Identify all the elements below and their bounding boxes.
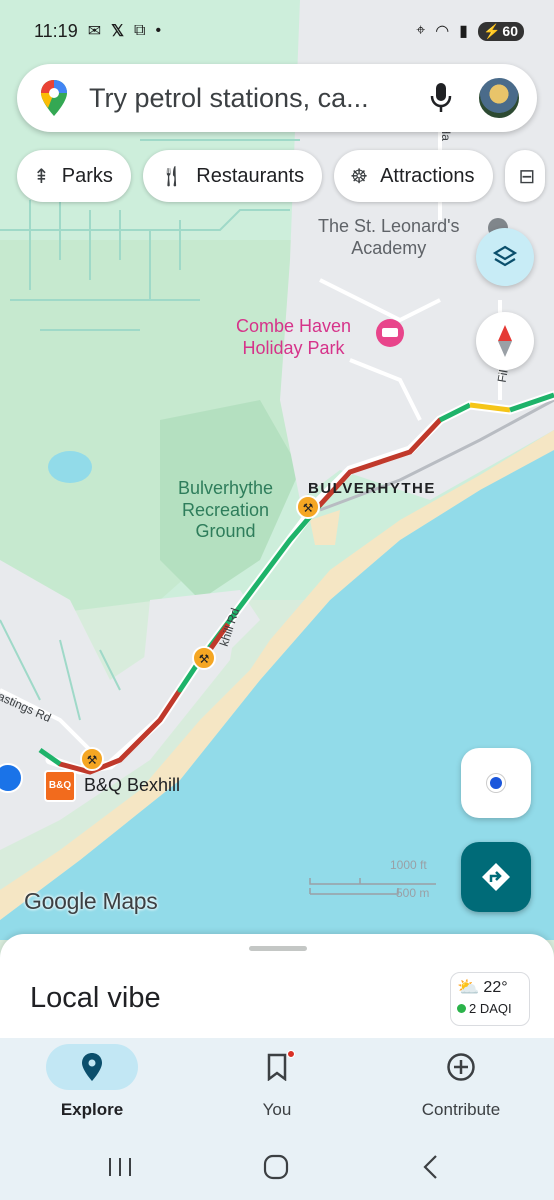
svg-text:⚒: ⚒ xyxy=(87,753,98,767)
nav-explore-label: Explore xyxy=(60,1100,124,1119)
store-label[interactable]: B&Q B&Q Bexhill xyxy=(44,770,180,802)
recreation-ground-label[interactable]: Bulverhythe Recreation Ground xyxy=(178,478,273,543)
home-icon xyxy=(263,1154,289,1180)
chip-restaurants[interactable]: 🍴︎ Restaurants xyxy=(142,150,323,202)
search-bar[interactable]: Try petrol stations, ca... xyxy=(17,64,537,132)
wifi-icon: ◠ xyxy=(435,23,450,40)
drag-handle[interactable] xyxy=(249,946,307,951)
ferris-wheel-icon: ☸ xyxy=(350,165,369,188)
scale-meters: 500 m xyxy=(396,886,430,900)
academy-label[interactable]: The St. Leonard's Academy xyxy=(318,216,460,259)
layers-icon xyxy=(492,245,518,267)
nav-you-label: You xyxy=(262,1100,292,1119)
google-maps-attribution: Google Maps xyxy=(24,888,158,915)
academy-label-line1: The St. Leonard's xyxy=(318,216,460,236)
nav-contribute-label: Contribute xyxy=(421,1100,501,1119)
hotel-icon: ⊟ xyxy=(518,165,536,188)
directions-icon xyxy=(482,863,510,891)
recreation-label-line1: Bulverhythe xyxy=(178,478,274,498)
mail-icon: ✉ xyxy=(87,23,102,40)
nav-you[interactable]: You xyxy=(202,1044,352,1132)
system-nav-bar xyxy=(0,1134,554,1200)
more-notifications-dot: • xyxy=(155,22,162,39)
status-bar: 11:19 ✉ 𝕏 ⧉ • ⌖ ◠ ▮ ⚡ 60 xyxy=(0,0,554,62)
recreation-label-line3: Ground xyxy=(195,521,256,542)
chip-parks-label: Parks xyxy=(61,164,113,187)
x-icon: 𝕏 xyxy=(111,23,125,40)
explore-pin-icon xyxy=(82,1053,102,1081)
layers-button[interactable] xyxy=(476,228,534,286)
weather-temp: 22° xyxy=(483,978,508,996)
compass-icon xyxy=(498,325,512,357)
chip-more[interactable]: ⊟ xyxy=(504,150,545,202)
weather-card[interactable]: ⛅ 22° 2 DAQI xyxy=(450,972,530,1026)
directions-button[interactable] xyxy=(461,842,531,912)
home-button[interactable] xyxy=(256,1150,296,1184)
scale-feet: 1000 ft xyxy=(390,858,427,872)
store-name: B&Q Bexhill xyxy=(84,775,181,796)
place-label-bulverhythe: BULVERHYTHE xyxy=(308,480,436,497)
battery-indicator: ⚡ 60 xyxy=(477,21,524,41)
partly-cloudy-icon: ⛅ xyxy=(457,977,480,997)
bq-logo-icon: B&Q xyxy=(44,770,76,802)
aqi-status-dot xyxy=(457,1004,466,1013)
add-circle-icon xyxy=(447,1053,475,1081)
search-input[interactable]: Try petrol stations, ca... xyxy=(89,83,421,114)
location-status-icon: ⌖ xyxy=(416,22,426,39)
academy-label-line2: Academy xyxy=(351,237,427,258)
avatar[interactable] xyxy=(477,76,521,120)
chip-attractions-label: Attractions xyxy=(380,164,475,187)
screenshot-icon: ⧉ xyxy=(134,22,146,39)
voice-search-button[interactable] xyxy=(421,78,461,118)
holiday-park-label-line1: Combe Haven xyxy=(236,316,352,336)
my-location-icon xyxy=(487,774,505,792)
bottom-sheet[interactable]: Local vibe ⛅ 22° 2 DAQI xyxy=(0,934,554,1044)
google-maps-pin-icon xyxy=(41,80,67,116)
holiday-park-label[interactable]: Combe Haven Holiday Park xyxy=(236,316,351,359)
battery-icon: ⚡ xyxy=(482,22,501,39)
recent-apps-button[interactable] xyxy=(100,1150,140,1184)
signal-icon: ▮ xyxy=(459,23,468,40)
fork-knife-icon: 🍴︎ xyxy=(158,165,185,188)
bottom-nav: Explore You Contribute xyxy=(0,1038,554,1134)
tree-icon: ⇞ xyxy=(33,165,50,188)
bookmark-icon xyxy=(267,1053,287,1081)
status-time: 11:19 xyxy=(34,20,78,41)
back-chevron-icon xyxy=(423,1155,437,1179)
recreation-label-line2: Recreation xyxy=(182,499,270,520)
aqi-value: 2 DAQI xyxy=(469,1001,512,1016)
svg-text:⚒: ⚒ xyxy=(303,501,314,515)
notification-dot xyxy=(287,1050,295,1058)
chip-restaurants-label: Restaurants xyxy=(196,164,305,187)
compass-button[interactable] xyxy=(476,312,534,370)
svg-text:⚒: ⚒ xyxy=(199,652,210,666)
sheet-title: Local vibe xyxy=(30,982,161,1014)
my-location-button[interactable] xyxy=(461,748,531,818)
holiday-park-label-line2: Holiday Park xyxy=(242,337,345,358)
mic-icon xyxy=(430,83,452,112)
attribution-text: Google Maps xyxy=(24,888,158,914)
chip-parks[interactable]: ⇞ Parks xyxy=(17,150,131,202)
category-chips: ⇞ Parks 🍴︎ Restaurants ☸ Attractions ⊟ xyxy=(17,150,545,202)
back-button[interactable] xyxy=(410,1150,450,1184)
nav-contribute[interactable]: Contribute xyxy=(386,1044,536,1132)
recent-apps-icon xyxy=(109,1158,131,1176)
battery-level: 60 xyxy=(502,23,518,39)
nav-explore[interactable]: Explore xyxy=(17,1044,167,1132)
chip-attractions[interactable]: ☸ Attractions xyxy=(334,150,493,202)
